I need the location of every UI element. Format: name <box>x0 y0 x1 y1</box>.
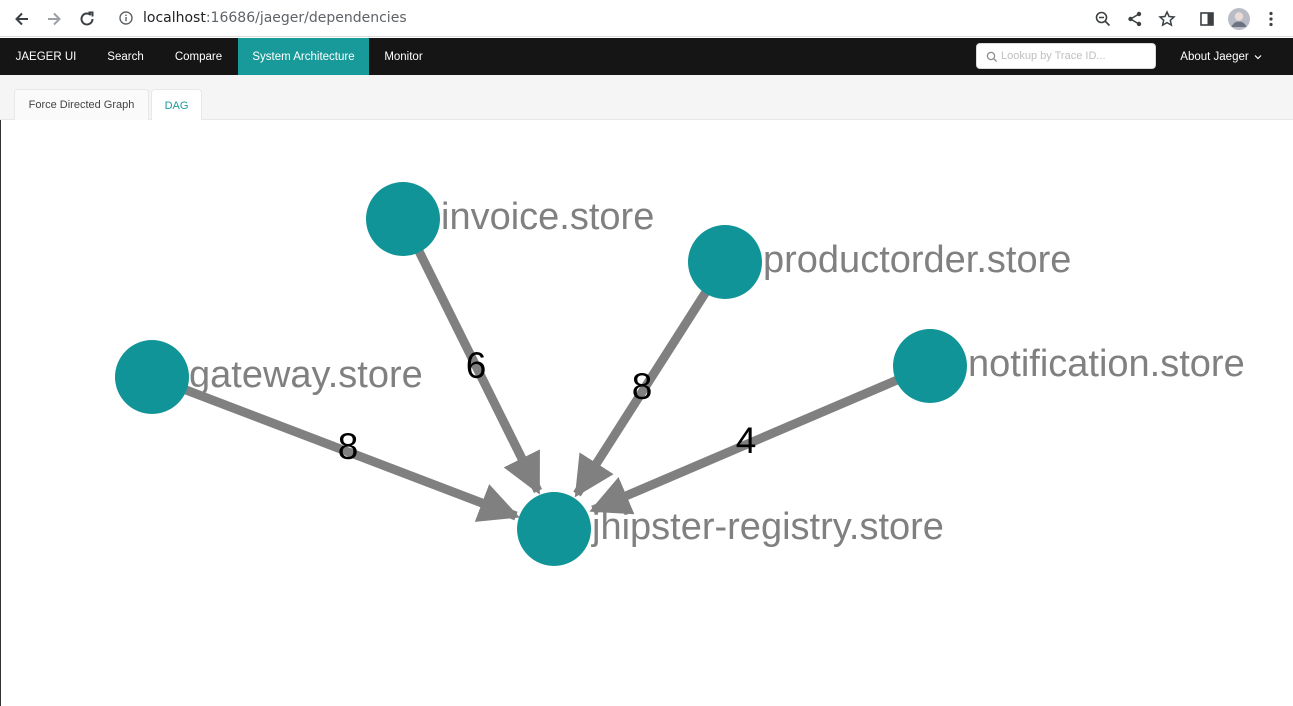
edge-label-invoice: 6 <box>466 345 487 386</box>
nav-monitor[interactable]: Monitor <box>369 38 438 75</box>
forward-arrow-icon[interactable] <box>41 6 67 32</box>
trace-id-search[interactable] <box>976 43 1156 69</box>
search-icon <box>986 50 998 68</box>
node-registry[interactable] <box>517 492 591 566</box>
edge-label-notification: 4 <box>736 420 757 461</box>
top-navigation: JAEGER UI Search Compare System Architec… <box>0 38 1293 75</box>
node-label-gateway: gateway.store <box>189 354 423 396</box>
about-jaeger-menu[interactable]: About Jaeger <box>1176 38 1266 75</box>
star-icon[interactable] <box>1154 6 1180 32</box>
info-icon[interactable] <box>119 11 133 30</box>
edge-gateway-to-registry <box>150 372 520 522</box>
url-path: :16686/jaeger/dependencies <box>205 10 407 26</box>
dag-graph: 8 6 8 4 invoice.store productorder.store… <box>115 182 1245 566</box>
nav-search[interactable]: Search <box>92 38 159 75</box>
chevron-down-icon <box>1254 54 1262 60</box>
nav-system-architecture[interactable]: System Architecture <box>238 38 369 75</box>
profile-avatar[interactable] <box>1226 6 1252 32</box>
menu-dots-icon[interactable] <box>1258 6 1284 32</box>
node-gateway[interactable] <box>115 340 189 414</box>
share-icon[interactable] <box>1122 6 1148 32</box>
zoom-icon[interactable] <box>1090 6 1116 32</box>
back-arrow-icon[interactable] <box>9 6 35 32</box>
graph-type-tabs: Force Directed Graph DAG <box>0 75 1293 121</box>
nav-compare[interactable]: Compare <box>159 38 238 75</box>
node-invoice[interactable] <box>366 182 440 256</box>
brand-link[interactable]: JAEGER UI <box>0 38 92 75</box>
tab-force-directed-graph[interactable]: Force Directed Graph <box>14 89 149 120</box>
url-host: localhost <box>143 10 206 26</box>
reload-icon[interactable] <box>74 6 100 32</box>
node-productorder[interactable] <box>688 225 762 299</box>
edge-label-productorder: 8 <box>632 366 653 407</box>
side-panel-icon[interactable] <box>1194 6 1220 32</box>
node-notification[interactable] <box>893 329 967 403</box>
node-label-productorder: productorder.store <box>763 239 1071 281</box>
address-bar[interactable]: localhost:16686/jaeger/dependencies <box>110 4 1188 32</box>
trace-id-input[interactable] <box>1001 47 1151 65</box>
edge-label-gateway: 8 <box>338 426 359 467</box>
node-label-invoice: invoice.store <box>441 196 654 238</box>
node-label-registry: jhipster-registry.store <box>591 506 944 548</box>
about-jaeger-label: About Jaeger <box>1180 50 1249 63</box>
tab-dag[interactable]: DAG <box>151 89 202 121</box>
node-label-notification: notification.store <box>968 343 1245 385</box>
browser-toolbar: localhost:16686/jaeger/dependencies <box>0 0 1293 37</box>
url-text: localhost:16686/jaeger/dependencies <box>143 10 407 26</box>
